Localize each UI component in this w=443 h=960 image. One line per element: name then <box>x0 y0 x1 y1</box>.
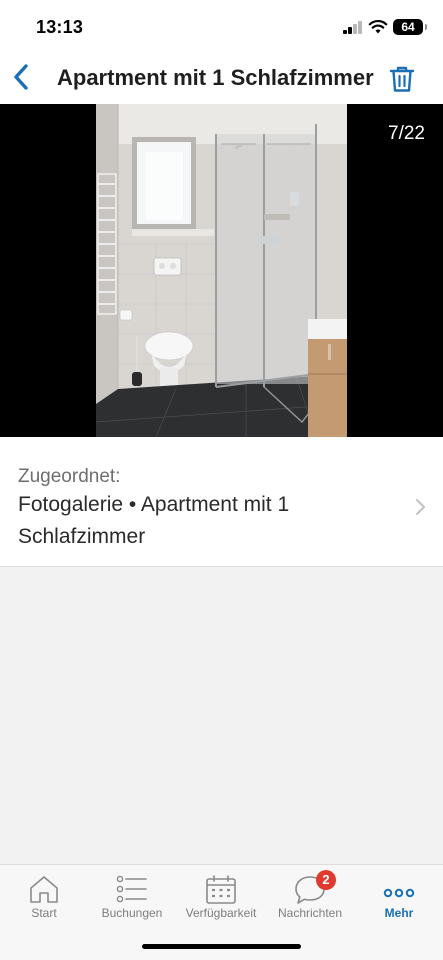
tab-start[interactable]: Start <box>0 865 88 935</box>
tab-mehr[interactable]: Mehr <box>355 865 443 935</box>
tab-label: Start <box>31 906 57 920</box>
photo-viewer[interactable]: 7/22 <box>0 104 443 437</box>
tab-nachrichten[interactable]: 2 Nachrichten <box>266 865 354 935</box>
tab-verfuegbarkeit[interactable]: Verfügbarkeit <box>177 865 265 935</box>
tab-label: Verfügbarkeit <box>185 906 257 920</box>
trash-icon <box>389 66 415 92</box>
assigned-label: Zugeordnet: <box>18 466 121 487</box>
back-button[interactable] <box>6 59 36 95</box>
status-bar: 13:13 64 <box>0 0 443 52</box>
unread-badge: 2 <box>316 870 336 890</box>
tab-label: Nachrichten <box>277 906 343 920</box>
chevron-right-icon <box>416 499 425 515</box>
cellular-signal-icon <box>343 21 363 34</box>
more-dots-icon <box>383 888 415 898</box>
tab-label: Buchungen <box>101 906 163 920</box>
page-title: Apartment mit 1 Schlafzimmer <box>57 65 374 90</box>
calendar-icon <box>206 875 236 904</box>
chevron-left-icon <box>14 64 28 90</box>
tab-label: Mehr <box>384 906 414 920</box>
bathroom-photo[interactable] <box>96 104 347 437</box>
delete-photo-button[interactable] <box>386 62 418 96</box>
list-icon <box>116 875 147 903</box>
battery-icon: 64 <box>393 19 427 35</box>
home-indicator <box>142 944 301 949</box>
photo-counter: 7/22 <box>388 123 425 144</box>
home-icon <box>30 876 58 903</box>
tab-buchungen[interactable]: Buchungen <box>88 865 176 935</box>
assigned-value: Fotogalerie • Apartment mit 1 Schlafzimm… <box>18 493 290 548</box>
navigation-header: Apartment mit 1 Schlafzimmer <box>0 52 443 104</box>
status-time: 13:13 <box>36 17 84 37</box>
screen: 13:13 64 Apartment mit 1 Schlafzimmer 7/… <box>0 0 443 960</box>
assigned-row[interactable]: Zugeordnet: Fotogalerie • Apartment mit … <box>0 437 443 567</box>
wifi-icon <box>368 20 388 34</box>
